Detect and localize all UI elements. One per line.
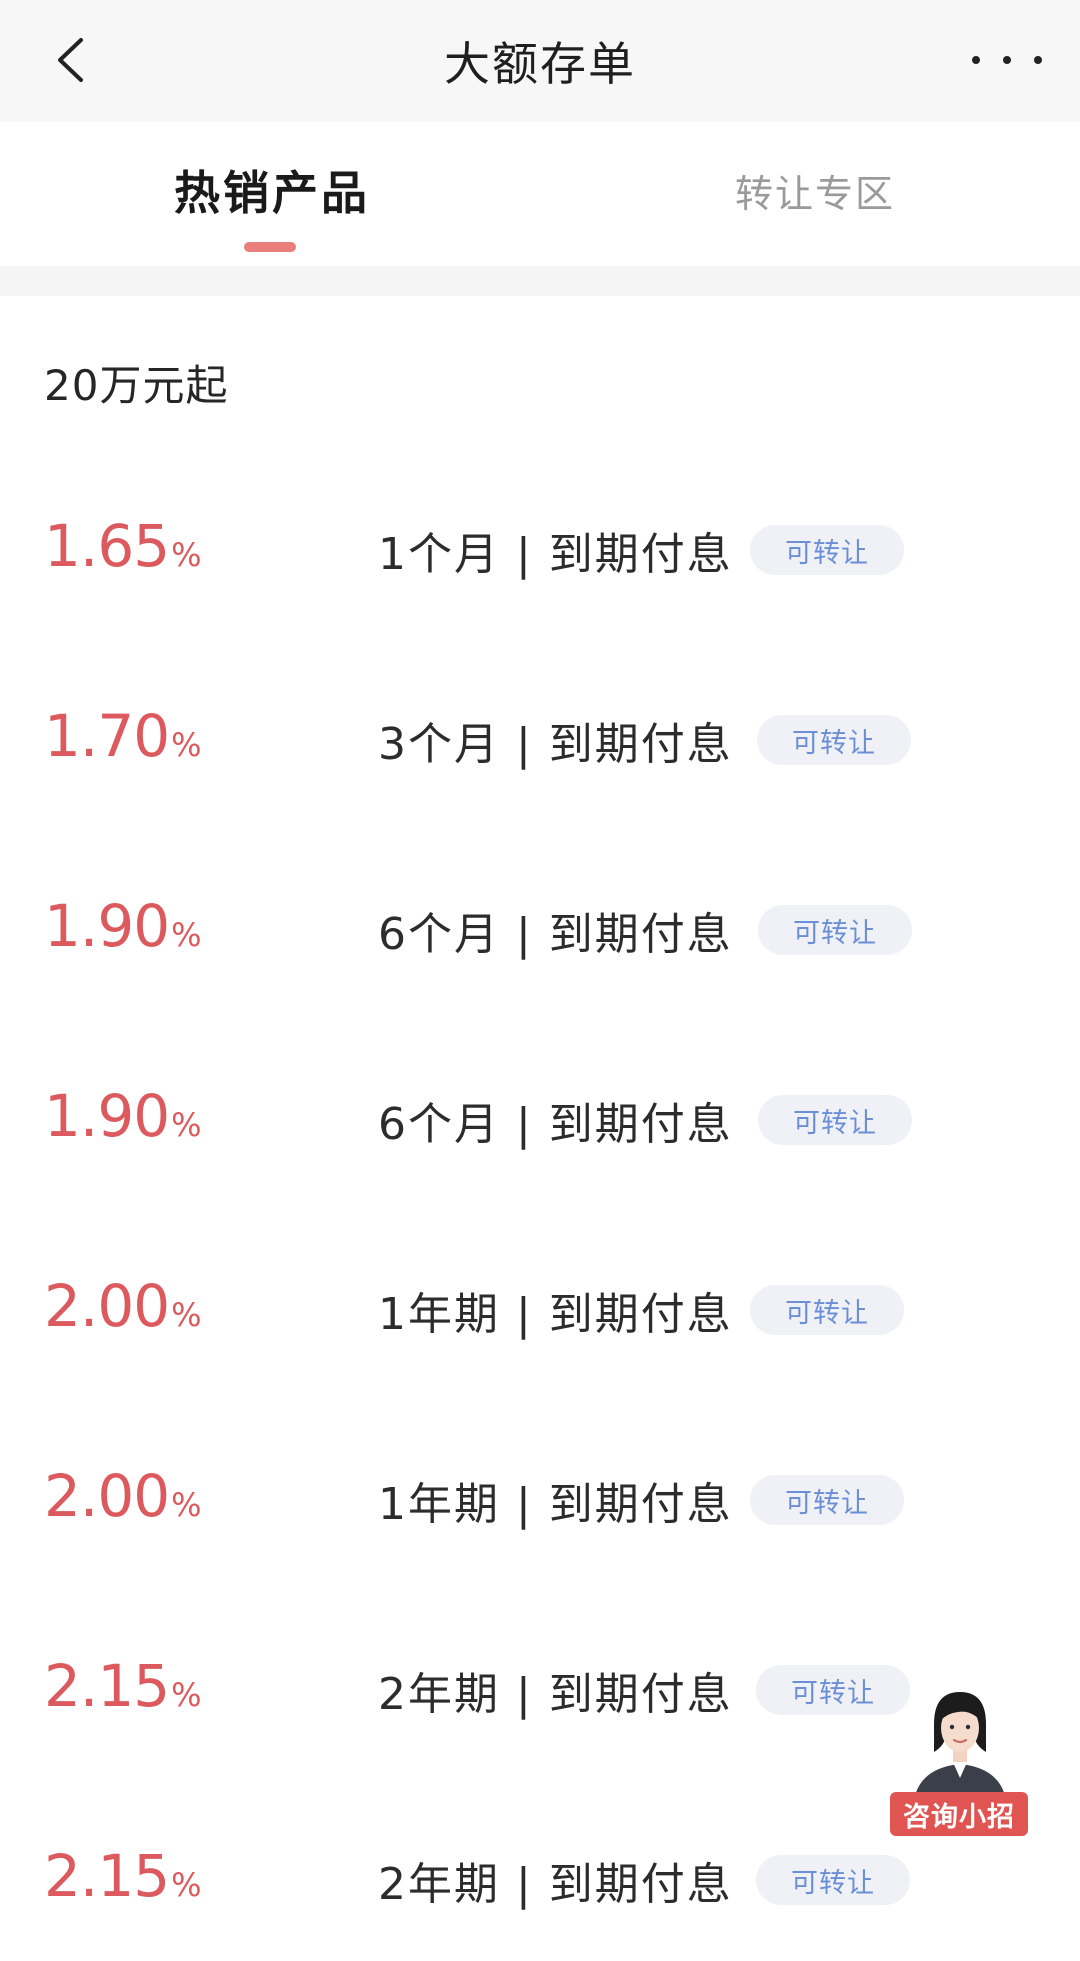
term-label: 6个月 | 到期付息: [378, 1099, 733, 1150]
more-dots-icon: [972, 56, 980, 64]
tab-bar: 热销产品 转让专区: [0, 122, 1080, 266]
section-divider: [0, 266, 1080, 296]
product-row[interactable]: 1.90 % 6个月 | 到期付息 可转让: [0, 1060, 1080, 1180]
rate: 2.00 %: [44, 1250, 202, 1370]
rate-unit: %: [171, 726, 202, 764]
rate-value: 2.00: [44, 1272, 170, 1340]
transferable-badge: 可转让: [756, 1855, 910, 1905]
transferable-badge: 可转让: [750, 525, 904, 575]
term-label: 1年期 | 到期付息: [378, 1289, 733, 1340]
page-title: 大额存单: [444, 37, 636, 91]
rate-unit: %: [171, 1676, 202, 1714]
section-title: 20万元起: [44, 360, 229, 410]
more-button[interactable]: [972, 30, 1042, 90]
rate-value: 2.15: [44, 1652, 170, 1720]
tab-hot-products[interactable]: 热销产品: [174, 160, 370, 220]
rate: 1.90 %: [44, 870, 202, 990]
transferable-badge: 可转让: [758, 905, 912, 955]
transferable-badge: 可转让: [758, 1095, 912, 1145]
rate-value: 1.65: [44, 512, 170, 580]
product-row[interactable]: 1.65 % 1个月 | 到期付息 可转让: [0, 490, 1080, 610]
term-label: 1年期 | 到期付息: [378, 1479, 733, 1530]
term-label: 1个月 | 到期付息: [378, 529, 733, 580]
rate-value: 2.00: [44, 1462, 170, 1530]
transferable-badge: 可转让: [750, 1475, 904, 1525]
rate: 2.15 %: [44, 1820, 202, 1940]
transferable-badge: 可转让: [757, 715, 911, 765]
product-row[interactable]: 1.70 % 3个月 | 到期付息 可转让: [0, 680, 1080, 800]
rate: 2.15 %: [44, 1630, 202, 1750]
rate-unit: %: [171, 1486, 202, 1524]
rate-value: 1.90: [44, 1082, 170, 1150]
nav-bar: 大额存单: [0, 0, 1080, 122]
rate: 1.90 %: [44, 1060, 202, 1180]
term-label: 2年期 | 到期付息: [378, 1859, 733, 1910]
active-tab-indicator: [244, 242, 296, 252]
rate-value: 1.90: [44, 892, 170, 960]
rate-unit: %: [171, 536, 202, 574]
rate-unit: %: [171, 916, 202, 954]
rate-unit: %: [171, 1296, 202, 1334]
term-label: 3个月 | 到期付息: [378, 719, 733, 770]
term-label: 2年期 | 到期付息: [378, 1669, 733, 1720]
transferable-badge: 可转让: [756, 1665, 910, 1715]
assistant-avatar: [914, 1692, 1006, 1800]
rate: 1.70 %: [44, 680, 202, 800]
product-row[interactable]: 2.00 % 1年期 | 到期付息 可转让: [0, 1440, 1080, 1560]
product-row[interactable]: 2.00 % 1年期 | 到期付息 可转让: [0, 1250, 1080, 1370]
rate-value: 2.15: [44, 1842, 170, 1910]
term-label: 6个月 | 到期付息: [378, 909, 733, 960]
assistant-widget[interactable]: 咨询小招: [890, 1680, 1030, 1840]
rate-unit: %: [171, 1866, 202, 1904]
transferable-badge: 可转让: [750, 1285, 904, 1335]
rate-value: 1.70: [44, 702, 170, 770]
tab-transfer-zone[interactable]: 转让专区: [735, 160, 895, 220]
rate: 2.00 %: [44, 1440, 202, 1560]
product-row[interactable]: 1.90 % 6个月 | 到期付息 可转让: [0, 870, 1080, 990]
rate-unit: %: [171, 1106, 202, 1144]
assistant-label: 咨询小招: [890, 1792, 1028, 1836]
rate: 1.65 %: [44, 490, 202, 610]
